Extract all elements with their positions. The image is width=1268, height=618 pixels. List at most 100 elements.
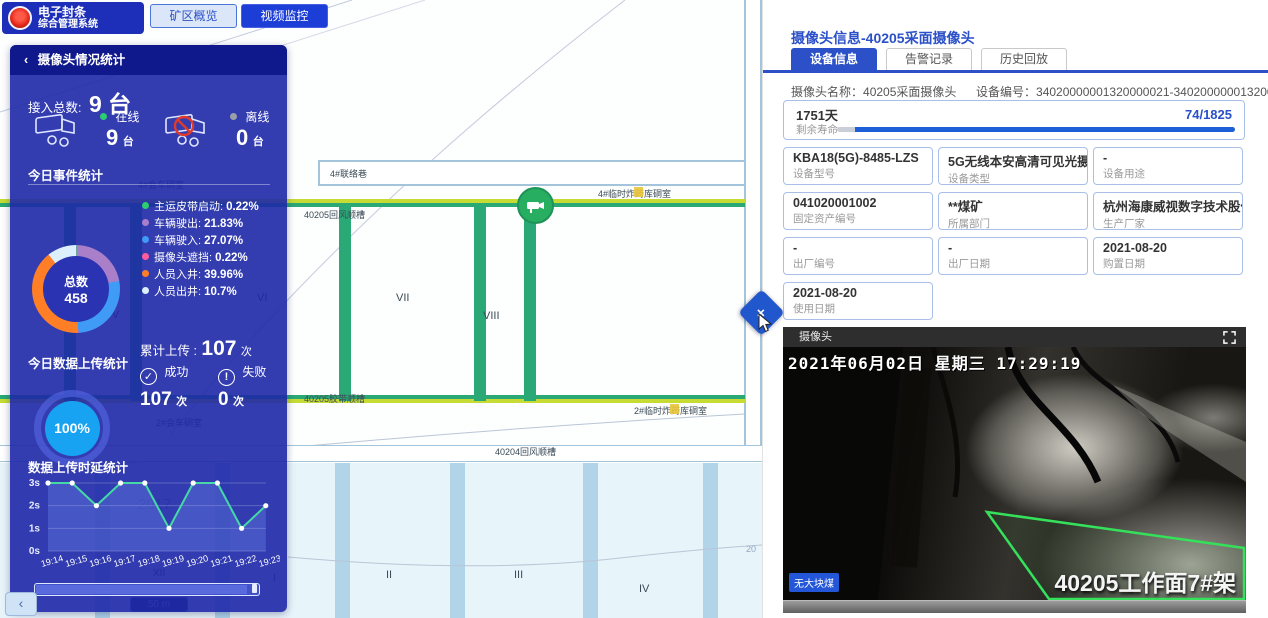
remaining-life-label: 剩余寿命 [796,122,838,137]
video-header-title: 摄像头 [799,331,832,343]
field-label: 设备用途 [1103,166,1233,181]
upload-rate-ring: 100% [34,390,110,466]
fail-value: 0 [218,389,229,410]
video-header: 摄像头 [783,327,1246,347]
offline-camera-icon [160,109,220,149]
field-label: 使用日期 [793,301,923,316]
online-dot-icon [100,113,107,120]
app-title-line2: 综合管理系统 [38,19,98,31]
nav-mine-overview-button[interactable]: 矿区概览 [150,4,237,28]
online-camera-icon [30,109,90,149]
offline-legend: 离线 [230,108,269,125]
svg-text:19:22: 19:22 [233,553,257,569]
donut-center-value: 458 [64,290,87,306]
svg-text:19:18: 19:18 [137,553,161,569]
video-caption: 40205工作面7#架 [1054,564,1236,598]
legend-value: 27.07% [204,235,243,247]
device-code-meta: 设备编号：34020000001320000021-34020000001320… [976,83,1268,100]
app-title-line1: 电子封条 [38,6,98,19]
tab-device-info[interactable]: 设备信息 [791,48,877,71]
map-label: VIII [483,310,500,322]
legend-dot-icon [142,236,149,243]
offline-label: 离线 [245,110,269,124]
back-chevron-icon[interactable]: ‹ [24,53,28,67]
map-highlight-icon [670,404,679,414]
field-value: 2021-08-20 [793,286,923,300]
svg-text:19:19: 19:19 [161,553,185,569]
life-remaining-segment [855,127,1235,132]
legend-label: 摄像头遮挡: [154,252,212,264]
upload-section-title: 今日数据上传统计 [28,353,128,372]
legend-dot-icon [142,253,149,260]
legend-value: 39.96% [204,269,243,281]
map-crosscut [339,205,351,401]
legend-label: 人员出井: [154,286,201,298]
offline-dot-icon [230,113,237,120]
field-value: 5G无线本安高清可见光摄像头 [948,151,1078,170]
legend-label: 车辆驶出: [154,218,201,230]
fullscreen-icon[interactable] [1223,331,1236,344]
field-label: 购置日期 [1103,256,1233,271]
legend-value: 0.22% [226,201,259,213]
cctv-icon [526,198,546,214]
mouse-cursor-icon [757,313,775,333]
camera-marker-icon[interactable] [517,187,554,224]
map-crosscut [474,205,486,401]
tab-alarm-records[interactable]: 告警记录 [886,48,972,71]
device-field-card: 杭州海康威视数字技术股份有...生产厂家 [1093,192,1243,230]
device-field-card: -出厂日期 [938,237,1088,275]
life-used-segment [837,127,855,132]
device-fields-grid: KBA18(5G)-8485-LZS设备型号5G无线本安高清可见光摄像头设备类型… [783,147,1249,320]
map-corridor-top [318,160,768,186]
video-scene-overlay [783,347,1246,600]
upload-rate-value: 100% [45,401,100,456]
svg-text:19:15: 19:15 [64,553,88,569]
map-corridor-right [744,0,762,448]
offline-value: 0 [236,125,248,150]
video-scrub-bar[interactable] [783,600,1246,613]
svg-text:19:21: 19:21 [209,553,233,569]
tab-history-playback[interactable]: 历史回放 [981,48,1067,71]
legend-label: 主运皮带启动: [154,201,223,213]
donut-center: 总数 458 [43,256,109,322]
tabs-underline [763,70,1268,73]
company-logo-icon [8,6,32,30]
device-field-card: 041020001002固定资产编号 [783,192,933,230]
video-feed[interactable]: 2021年06月02日 星期三 17:29:19 40205工作面7#架 无大块… [783,347,1246,600]
event-legend-item: 人员入井:39.96% [142,266,243,282]
legend-label: 车辆驶入: [154,235,201,247]
life-progress-bar [837,127,1235,132]
legend-dot-icon [142,219,149,226]
success-check-icon: ✓ [140,368,157,385]
delay-chart-scrollbar[interactable] [34,583,260,596]
fail-exclamation-icon: ! [218,369,235,386]
svg-text:2s: 2s [29,501,41,512]
event-legend-item: 车辆驶出:21.83% [142,215,243,231]
field-label: 设备类型 [948,171,1078,185]
online-value: 9 [106,125,118,150]
legend-value: 10.7% [204,286,237,298]
remaining-life-card: 1751天 剩余寿命 74/1825 [783,100,1245,140]
nav-video-monitor-button[interactable]: 视频监控 [241,4,328,28]
panel-header[interactable]: ‹ 摄像头情况统计 [10,45,287,75]
camera-name-meta: 摄像头名称：40205采面摄像头 [791,83,956,100]
scrollbar-fill [36,585,247,594]
video-timestamp: 2021年06月02日 星期三 17:29:19 [788,350,1081,374]
device-field-card: KBA18(5G)-8485-LZS设备型号 [783,147,933,185]
map-collapse-button[interactable]: ‹ [5,592,37,616]
success-legend: ✓ 成功 [140,363,188,385]
scrollbar-handle[interactable] [252,584,257,593]
life-ratio: 74/1825 [1185,107,1232,122]
success-label: 成功 [164,365,188,379]
success-count: 107 次 [140,389,187,411]
device-code-label: 设备编号： [976,85,1036,99]
field-label: 出厂日期 [948,256,1078,271]
svg-text:19:14: 19:14 [40,553,64,569]
device-field-card: 5G无线本安高清可见光摄像头设备类型 [938,147,1088,185]
video-status-badge: 无大块煤 [789,573,839,592]
map-label: 20 [746,544,756,554]
fail-label: 失败 [242,365,266,379]
field-value: KBA18(5G)-8485-LZS [793,151,923,165]
map-label: III [514,569,523,581]
device-field-card: **煤矿所属部门 [938,192,1088,230]
